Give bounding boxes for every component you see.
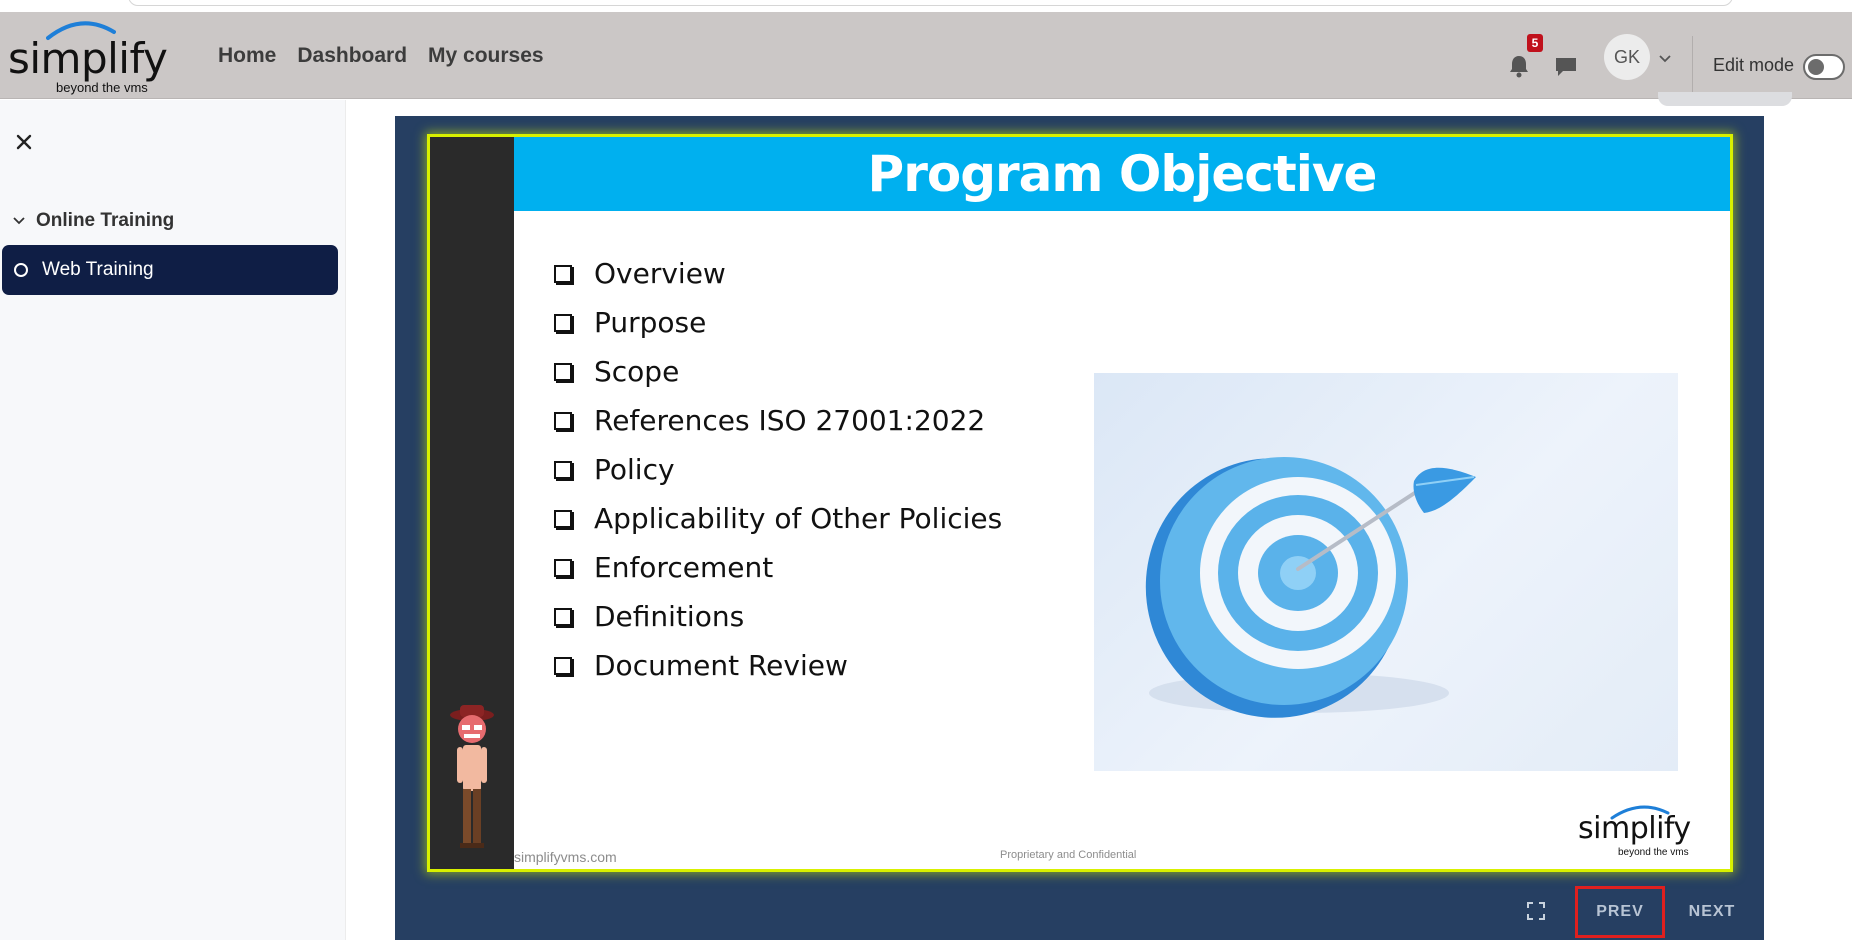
browser-strip xyxy=(0,0,1852,12)
brand-logo[interactable]: simplify beyond the vms xyxy=(8,16,183,96)
list-item: Document Review xyxy=(554,641,1002,690)
edit-mode-label: Edit mode xyxy=(1713,55,1795,75)
player-controls: PREV NEXT xyxy=(395,886,1764,940)
list-item-text: Document Review xyxy=(594,649,848,682)
list-item: References ISO 27001:2022 xyxy=(554,396,1002,445)
toggle-knob xyxy=(1808,59,1824,75)
logo-tagline: beyond the vms xyxy=(56,80,148,95)
nav-my-courses[interactable]: My courses xyxy=(428,44,544,68)
character-icon xyxy=(450,705,494,848)
list-item-text: Definitions xyxy=(594,600,745,633)
checkbox-bullet-icon xyxy=(554,509,572,528)
fullscreen-icon[interactable] xyxy=(1526,901,1546,921)
list-item-text: Scope xyxy=(594,355,680,388)
sidebar-item-label: Web Training xyxy=(42,259,154,280)
slide-logo-wordmark: simplify xyxy=(1578,811,1691,846)
logo-wordmark: simplify xyxy=(8,34,168,83)
course-index-drawer: Online Training Web Training xyxy=(0,100,346,940)
checkbox-bullet-icon xyxy=(554,607,572,626)
list-item-text: References ISO 27001:2022 xyxy=(594,404,986,437)
list-item-text: Enforcement xyxy=(594,551,774,584)
checkbox-bullet-icon xyxy=(554,264,572,283)
notification-badge: 5 xyxy=(1527,34,1543,52)
slide-brand-logo: simplify beyond the vms xyxy=(1578,805,1728,865)
user-avatar[interactable]: GK xyxy=(1604,34,1650,80)
edit-mode-toggle[interactable] xyxy=(1803,54,1845,80)
completion-circle-icon xyxy=(14,263,28,277)
sidebar-item-web-training[interactable]: Web Training xyxy=(2,245,338,295)
list-item-text: Applicability of Other Policies xyxy=(594,502,1003,535)
section-label: Online Training xyxy=(36,210,175,231)
checkbox-bullet-icon xyxy=(554,656,572,675)
objective-list: Overview Purpose Scope References ISO 27… xyxy=(554,249,1002,690)
checkbox-bullet-icon xyxy=(554,460,572,479)
list-item: Policy xyxy=(554,445,1002,494)
checkbox-bullet-icon xyxy=(554,411,572,430)
section-online-training[interactable]: Online Training xyxy=(12,210,174,232)
list-item: Purpose xyxy=(554,298,1002,347)
close-icon[interactable] xyxy=(14,132,34,152)
cartoon-character xyxy=(448,703,496,858)
list-item: Scope xyxy=(554,347,1002,396)
list-item-text: Policy xyxy=(594,453,675,486)
target-illustration xyxy=(1094,373,1678,771)
chevron-down-icon xyxy=(13,217,25,225)
checkbox-bullet-icon xyxy=(554,313,572,332)
page-action-tab[interactable] xyxy=(1658,92,1792,106)
slide-logo-tagline: beyond the vms xyxy=(1618,847,1689,858)
prev-button[interactable]: PREV xyxy=(1575,886,1665,938)
list-item-text: Purpose xyxy=(594,306,707,339)
list-item: Definitions xyxy=(554,592,1002,641)
slide-footer-confidential: Proprietary and Confidential xyxy=(1000,849,1137,861)
nav-home[interactable]: Home xyxy=(218,44,276,68)
target-dart-icon xyxy=(1145,457,1476,718)
nav-dashboard[interactable]: Dashboard xyxy=(297,44,407,68)
url-bar[interactable] xyxy=(128,0,1733,6)
next-button[interactable]: NEXT xyxy=(1677,886,1747,938)
list-item: Enforcement xyxy=(554,543,1002,592)
top-navbar: simplify beyond the vms Home Dashboard M… xyxy=(0,12,1852,100)
list-item: Overview xyxy=(554,249,1002,298)
slide-title: Program Objective xyxy=(867,145,1378,203)
chat-icon[interactable] xyxy=(1554,56,1578,78)
primary-nav: Home Dashboard My courses xyxy=(218,44,544,68)
list-item: Applicability of Other Policies xyxy=(554,494,1002,543)
chevron-down-icon[interactable] xyxy=(1658,52,1672,66)
bell-icon[interactable] xyxy=(1508,54,1530,78)
checkbox-bullet-icon xyxy=(554,362,572,381)
navbar-divider xyxy=(1692,36,1693,100)
checkbox-bullet-icon xyxy=(554,558,572,577)
list-item-text: Overview xyxy=(594,257,726,290)
scorm-player: Program Objective Overview Purpose Scope… xyxy=(395,116,1764,940)
slide-frame: Program Objective Overview Purpose Scope… xyxy=(427,134,1733,872)
slide-footer-url: simplifyvms.com xyxy=(514,849,617,865)
